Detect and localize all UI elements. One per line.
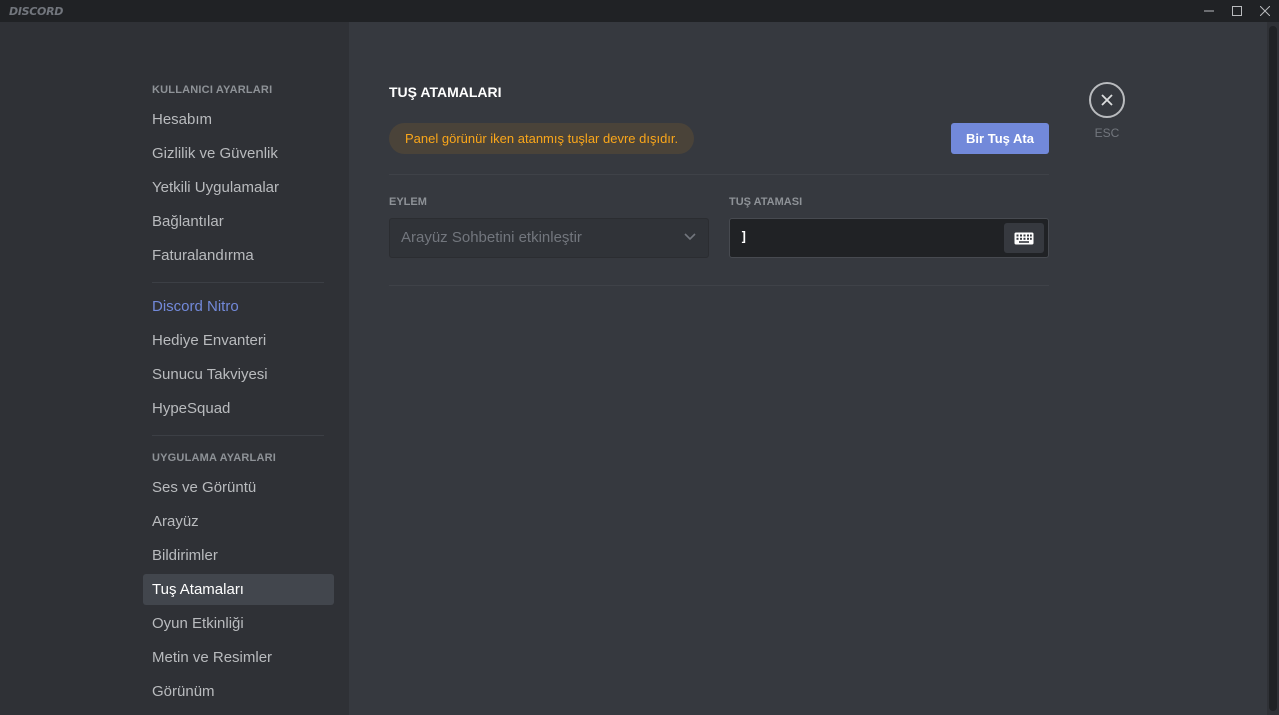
section-divider bbox=[389, 174, 1049, 175]
sidebar-item-connections[interactable]: Bağlantılar bbox=[143, 206, 334, 237]
sidebar-item-hypesquad[interactable]: HypeSquad bbox=[143, 393, 334, 424]
discord-logo: DISCORD bbox=[9, 5, 64, 18]
settings-content: TUŞ ATAMALARI Panel görünür iken atanmış… bbox=[349, 22, 1267, 715]
section-divider bbox=[389, 285, 1049, 286]
record-keybind-button[interactable] bbox=[1004, 223, 1044, 253]
user-settings-header: KULLANICI AYARLARI bbox=[152, 84, 273, 96]
action-select[interactable]: Arayüz Sohbetini etkinleştir bbox=[389, 218, 709, 258]
action-label: EYLEM bbox=[389, 196, 427, 208]
page-title: TUŞ ATAMALARI bbox=[389, 84, 502, 100]
keybind-input[interactable]: ] bbox=[729, 218, 1049, 258]
sidebar-item-appearance[interactable]: Görünüm bbox=[143, 676, 334, 707]
sidebar-item-gift-inventory[interactable]: Hediye Envanteri bbox=[143, 325, 334, 356]
sidebar-item-server-boost[interactable]: Sunucu Takviyesi bbox=[143, 359, 334, 390]
keybind-value: ] bbox=[740, 230, 748, 245]
settings-sidebar: KULLANICI AYARLARI Hesabım Gizlilik ve G… bbox=[0, 22, 349, 715]
close-icon bbox=[1101, 94, 1113, 106]
minimize-button[interactable] bbox=[1195, 0, 1223, 22]
sidebar-item-discord-nitro[interactable]: Discord Nitro bbox=[143, 291, 334, 322]
sidebar-divider bbox=[152, 435, 324, 436]
sidebar-item-privacy-safety[interactable]: Gizlilik ve Güvenlik bbox=[143, 138, 334, 169]
keybind-warning-notice: Panel görünür iken atanmış tuşlar devre … bbox=[389, 123, 695, 154]
window-close-button[interactable] bbox=[1251, 0, 1279, 22]
add-keybind-button[interactable]: Bir Tuş Ata bbox=[951, 123, 1049, 154]
minimize-icon bbox=[1204, 10, 1214, 12]
sidebar-item-my-account[interactable]: Hesabım bbox=[143, 104, 334, 135]
keybind-label: TUŞ ATAMASI bbox=[729, 196, 803, 208]
sidebar-item-notifications[interactable]: Bildirimler bbox=[143, 540, 334, 571]
sidebar-divider bbox=[152, 282, 324, 283]
maximize-icon bbox=[1232, 6, 1242, 16]
scrollbar[interactable] bbox=[1267, 22, 1279, 715]
sidebar-item-authorized-apps[interactable]: Yetkili Uygulamalar bbox=[143, 172, 334, 203]
chevron-down-icon bbox=[684, 233, 696, 241]
title-bar: DISCORD bbox=[0, 0, 1279, 22]
sidebar-item-text-images[interactable]: Metin ve Resimler bbox=[143, 642, 334, 673]
action-select-value: Arayüz Sohbetini etkinleştir bbox=[401, 229, 582, 246]
sidebar-item-billing[interactable]: Faturalandırma bbox=[143, 240, 334, 271]
close-settings-button[interactable] bbox=[1089, 82, 1125, 118]
keyboard-icon bbox=[1014, 232, 1034, 244]
esc-label: ESC bbox=[1094, 126, 1120, 140]
sidebar-item-overlay[interactable]: Arayüz bbox=[143, 506, 334, 537]
close-icon bbox=[1260, 6, 1270, 16]
sidebar-item-voice-video[interactable]: Ses ve Görüntü bbox=[143, 472, 334, 503]
scrollbar-thumb[interactable] bbox=[1269, 26, 1277, 711]
maximize-button[interactable] bbox=[1223, 0, 1251, 22]
app-settings-header: UYGULAMA AYARLARI bbox=[152, 452, 277, 464]
sidebar-item-keybinds[interactable]: Tuş Atamaları bbox=[143, 574, 334, 605]
sidebar-item-game-activity[interactable]: Oyun Etkinliği bbox=[143, 608, 334, 639]
